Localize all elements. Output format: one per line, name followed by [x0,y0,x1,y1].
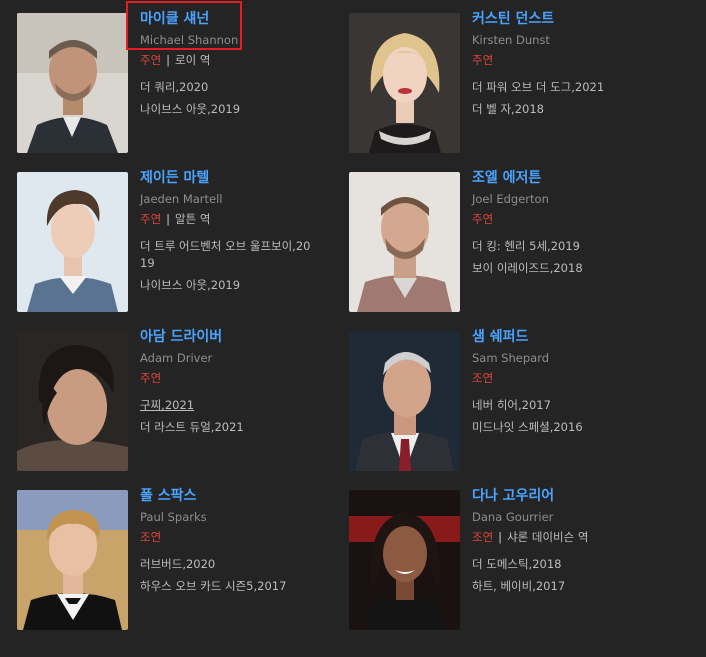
cast-english-name: Sam Shepard [472,351,550,365]
cast-name-link[interactable]: 다나 고우리어 [472,487,554,505]
filmography: 더 쿼리,2020 나이브스 아웃,2019 [140,79,330,123]
film-link[interactable]: 더 쿼리,2020 [140,79,330,96]
cast-name-link[interactable]: 아담 드라이버 [140,328,222,346]
cast-photo-michael-shannon[interactable] [17,13,128,153]
role-character: 로이 역 [175,53,211,67]
cast-photo-image [17,13,128,153]
film-link[interactable]: 더 벨 자,2018 [472,101,662,118]
role-separator: | [166,212,171,226]
cast-photo-image [17,172,128,312]
cast-card-paul-sparks: 폴 스팍스 Paul Sparks 조연 러브버드,2020 하우스 오브 카드… [17,487,337,630]
filmography: 네버 히어,2017 미드나잇 스페셜,2016 [472,397,662,441]
cast-name-link[interactable]: 조엘 에저튼 [472,169,541,187]
role-type: 주연 [472,53,494,67]
role-type: 주연 [140,371,162,385]
film-link[interactable]: 러브버드,2020 [140,556,330,573]
cast-card-sam-shepard: 샘 쉐퍼드 Sam Shepard 조연 네버 히어,2017 미드나잇 스페셜… [349,328,669,471]
cast-name-link[interactable]: 마이클 섀넌 [140,10,209,28]
role-separator: | [498,530,503,544]
cast-photo-joel-edgerton[interactable] [349,172,460,312]
cast-card-jaeden-martell: 제이든 마텔 Jaeden Martell 주연 | 알튼 역 더 트루 어드벤처 … [17,169,337,312]
cast-english-name: Kirsten Dunst [472,33,550,47]
cast-photo-kirsten-dunst[interactable] [349,13,460,153]
cast-card-dana-gourrier: 다나 고우리어 Dana Gourrier 조연 | 샤론 데이비슨 역 더 도메스… [349,487,669,630]
film-link[interactable]: 미드나잇 스페셜,2016 [472,419,662,436]
cast-english-name: Dana Gourrier [472,510,554,524]
cast-role: 주연 | 알튼 역 [140,211,210,227]
cast-role: 조연 [472,370,493,386]
role-character: 알튼 역 [175,212,211,226]
cast-photo-image [349,490,460,630]
cast-english-name: Jaeden Martell [140,192,223,206]
cast-name-link[interactable]: 폴 스팍스 [140,487,196,505]
cast-name-link[interactable]: 샘 쉐퍼드 [472,328,528,346]
cast-role: 조연 | 샤론 데이비슨 역 [472,529,588,545]
cast-english-name: Joel Edgerton [472,192,549,206]
filmography: 더 파워 오브 더 도그,2021 더 벨 자,2018 [472,79,662,123]
filmography: 러브버드,2020 하우스 오브 카드 시즌5,2017 [140,556,330,600]
cast-card-kirsten-dunst: 커스틴 던스트 Kirsten Dunst 주연 더 파워 오브 더 도그,20… [349,10,669,153]
role-type: 주연 [472,212,494,226]
cast-photo-image [349,13,460,153]
film-link[interactable]: 구찌,2021 [140,397,330,414]
role-type: 주연 [140,53,162,67]
role-type: 조연 [472,371,494,385]
cast-role: 주연 [472,211,493,227]
filmography: 더 도메스틱,2018 하트, 베이비,2017 [472,556,662,600]
film-link[interactable]: 네버 히어,2017 [472,397,662,414]
film-link[interactable]: 더 도메스틱,2018 [472,556,662,573]
film-link[interactable]: 더 라스트 듀얼,2021 [140,419,330,436]
film-link[interactable]: 하우스 오브 카드 시즌5,2017 [140,578,330,595]
cast-role: 조연 [140,529,161,545]
role-type: 조연 [140,530,162,544]
cast-photo-jaeden-martell[interactable] [17,172,128,312]
cast-english-name: Paul Sparks [140,510,207,524]
role-type: 조연 [472,530,494,544]
film-link[interactable]: 나이브스 아웃,2019 [140,101,330,118]
cast-photo-sam-shepard[interactable] [349,331,460,471]
filmography: 더 트루 어드벤처 오브 울프보이,2019 나이브스 아웃,2019 [140,238,316,299]
film-link[interactable]: 하트, 베이비,2017 [472,578,662,595]
film-link[interactable]: 더 파워 오브 더 도그,2021 [472,79,662,96]
cast-role: 주연 | 로이 역 [140,52,210,68]
cast-photo-paul-sparks[interactable] [17,490,128,630]
cast-card-joel-edgerton: 조엘 에저튼 Joel Edgerton 주연 더 킹: 헨리 5세,2019 … [349,169,669,312]
film-link[interactable]: 더 트루 어드벤처 오브 울프보이,2019 [140,238,316,272]
cast-name-link[interactable]: 제이든 마텔 [140,169,209,187]
cast-photo-adam-driver[interactable] [17,331,128,471]
cast-photo-dana-gourrier[interactable] [349,490,460,630]
cast-role: 주연 [472,52,493,68]
cast-card-adam-driver: 아담 드라이버 Adam Driver 주연 구찌,2021 더 라스트 듀얼,… [17,328,337,471]
cast-role: 주연 [140,370,161,386]
role-character: 샤론 데이비슨 역 [507,530,589,544]
cast-card-michael-shannon: 마이클 섀넌 Michael Shannon 주연 | 로이 역 더 쿼리,2020… [17,10,337,153]
cast-name-link[interactable]: 커스틴 던스트 [472,10,554,28]
filmography: 구찌,2021 더 라스트 듀얼,2021 [140,397,330,441]
film-link[interactable]: 보이 이레이즈드,2018 [472,260,662,277]
filmography: 더 킹: 헨리 5세,2019 보이 이레이즈드,2018 [472,238,662,282]
role-type: 주연 [140,212,162,226]
cast-english-name: Michael Shannon [140,33,239,47]
cast-photo-image [17,331,128,471]
film-link[interactable]: 더 킹: 헨리 5세,2019 [472,238,662,255]
film-link[interactable]: 나이브스 아웃,2019 [140,277,316,294]
role-separator: | [166,53,171,67]
cast-photo-image [349,172,460,312]
cast-english-name: Adam Driver [140,351,213,365]
cast-photo-image [17,490,128,630]
cast-photo-image [349,331,460,471]
